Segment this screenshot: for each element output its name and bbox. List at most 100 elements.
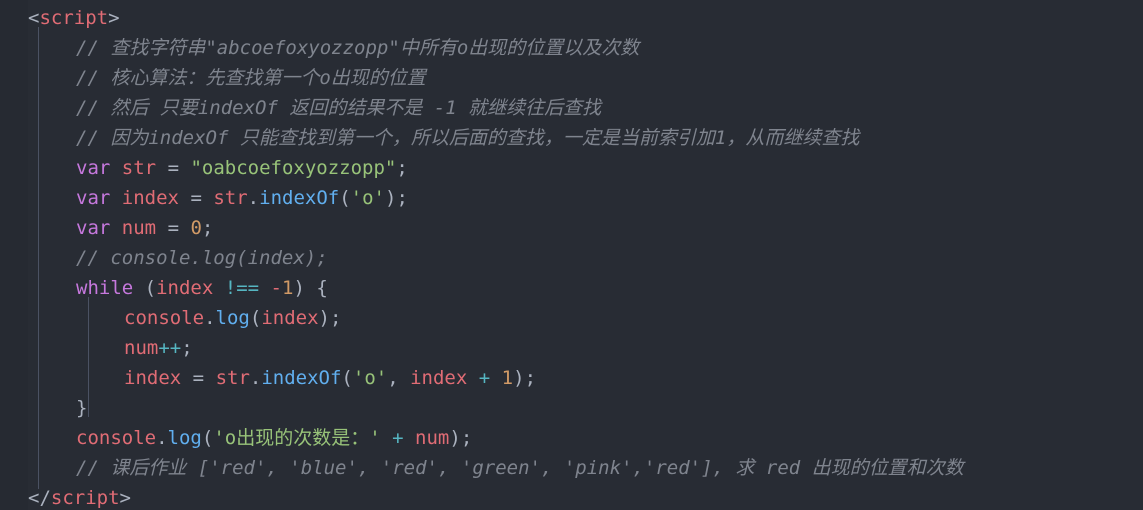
token-var: index [410, 367, 468, 389]
token-cmt: red [754, 457, 812, 479]
token-pun: ) [384, 187, 397, 209]
token-pun [110, 157, 121, 179]
token-str: 'o' [350, 187, 385, 209]
token-pun [110, 187, 121, 209]
token-var: str [121, 157, 157, 179]
token-cmt: 课后作业 [110, 457, 187, 479]
token-op: + [478, 367, 491, 389]
code-line[interactable]: // console.log(index); [0, 243, 1143, 273]
token-pun [399, 367, 410, 389]
token-pun: ) [513, 367, 525, 389]
token-cmt: 求 [735, 457, 755, 479]
token-cmt: 出现的位置以及次数 [468, 37, 640, 59]
token-str: 出现的次数是： [236, 427, 370, 449]
token-num: 1 [501, 367, 514, 389]
code-content[interactable]: <script>// 查找字符串"abcoefoxyozzopp"中所有o出现的… [0, 0, 1143, 510]
token-kw: var [76, 217, 111, 239]
token-var: index [261, 307, 319, 329]
token-cmt: // [76, 457, 111, 479]
token-fn: log [215, 307, 250, 329]
token-pun: . [156, 427, 168, 449]
token-pun [156, 217, 167, 239]
code-line[interactable]: // 课后作业 ['red', 'blue', 'red', 'green', … [0, 453, 1143, 483]
token-var: num [124, 337, 159, 359]
token-cmt: 查找字符串 [110, 37, 206, 59]
token-tag: script [39, 7, 109, 29]
token-pun: ( [249, 307, 262, 329]
token-str: "oabcoefoxyozzopp" [190, 157, 397, 179]
code-line[interactable]: var num = 0; [0, 213, 1143, 243]
token-pun [490, 367, 501, 389]
token-cmt: // console.log(index); [76, 247, 328, 269]
token-pun [133, 277, 144, 299]
code-line[interactable]: // 因为indexOf 只能查找到第一个，所以后面的查找，一定是当前索引加1，… [0, 123, 1143, 153]
token-cmt: 出现的位置 [330, 67, 426, 89]
code-line[interactable]: // 然后 只要indexOf 返回的结果不是 -1 就继续往后查找 [0, 93, 1143, 123]
token-op: + [392, 427, 404, 449]
token-pun [156, 157, 167, 179]
token-var: num [121, 217, 157, 239]
code-line[interactable]: // 查找字符串"abcoefoxyozzopp"中所有o出现的位置以及次数 [0, 33, 1143, 63]
code-line[interactable]: } [0, 393, 1143, 423]
token-var: console [76, 427, 157, 449]
token-pun [305, 277, 316, 299]
code-line[interactable]: // 核心算法：先查找第一个o出现的位置 [0, 63, 1143, 93]
code-line[interactable]: </script> [0, 483, 1143, 510]
code-line[interactable]: var str = "oabcoefoxyozzopp"; [0, 153, 1143, 183]
token-cmt: 返回的结果不是 [289, 97, 423, 119]
token-pun [259, 277, 270, 299]
token-fn: indexOf [259, 187, 340, 209]
code-line[interactable]: index = str.indexOf('o', index + 1); [0, 363, 1143, 393]
token-cmt: // [76, 67, 111, 89]
token-str: 'o [213, 427, 237, 449]
token-cmt: 就继续往后查找 [468, 97, 602, 119]
token-pun: > [108, 7, 120, 29]
token-cmt: "abcoefoxyozzopp" [205, 37, 400, 59]
code-line[interactable]: console.log('o出现的次数是：' + num); [0, 423, 1143, 453]
token-eq: = [190, 187, 202, 209]
token-pun: ; [201, 217, 214, 239]
token-pun: ; [396, 157, 408, 179]
token-pun: ( [144, 277, 157, 299]
token-cmt: indexOf [148, 127, 240, 149]
token-var: - [270, 277, 282, 299]
token-var: num [415, 427, 450, 449]
token-var: index [124, 367, 182, 389]
code-line[interactable]: var index = str.indexOf('o'); [0, 183, 1143, 213]
token-pun: , [387, 367, 399, 389]
token-cmt: -1 [422, 97, 469, 119]
token-pun: . [249, 367, 262, 389]
token-var: index [121, 187, 179, 209]
code-line[interactable]: num++; [0, 333, 1143, 363]
token-pun: { [316, 277, 328, 299]
token-cmt: 只要 [159, 97, 198, 119]
token-fn: indexOf [261, 367, 342, 389]
token-pun [179, 157, 190, 179]
token-pun: ) [293, 277, 305, 299]
token-pun [204, 367, 215, 389]
token-tag: script [50, 487, 120, 509]
token-cmt: o [319, 67, 331, 89]
token-cmt: // [76, 37, 111, 59]
token-str: ' [369, 427, 381, 449]
token-var: console [124, 307, 205, 329]
token-cmt: 因为 [110, 127, 149, 149]
code-line[interactable]: console.log(index); [0, 303, 1143, 333]
token-pun [381, 427, 392, 449]
token-var: str [215, 367, 250, 389]
token-op: ++ [158, 337, 182, 359]
token-pun [179, 217, 190, 239]
code-editor[interactable]: <script>// 查找字符串"abcoefoxyozzopp"中所有o出现的… [0, 0, 1143, 510]
token-pun: . [247, 187, 260, 209]
code-line[interactable]: <script> [0, 3, 1143, 33]
token-kw: var [76, 157, 111, 179]
token-cmt: 只能查找到第一个，所以后面的查找，一定是当前索引加 [239, 127, 715, 149]
token-pun: ( [341, 367, 353, 389]
token-num: 0 [190, 217, 202, 239]
token-cmt: 核心算法：先查找第一个 [110, 67, 320, 89]
code-line[interactable]: while (index !== -1) { [0, 273, 1143, 303]
token-pun [110, 217, 121, 239]
token-pun: ; [396, 187, 408, 209]
token-pun: ; [329, 307, 342, 329]
token-pun: </ [28, 487, 51, 509]
